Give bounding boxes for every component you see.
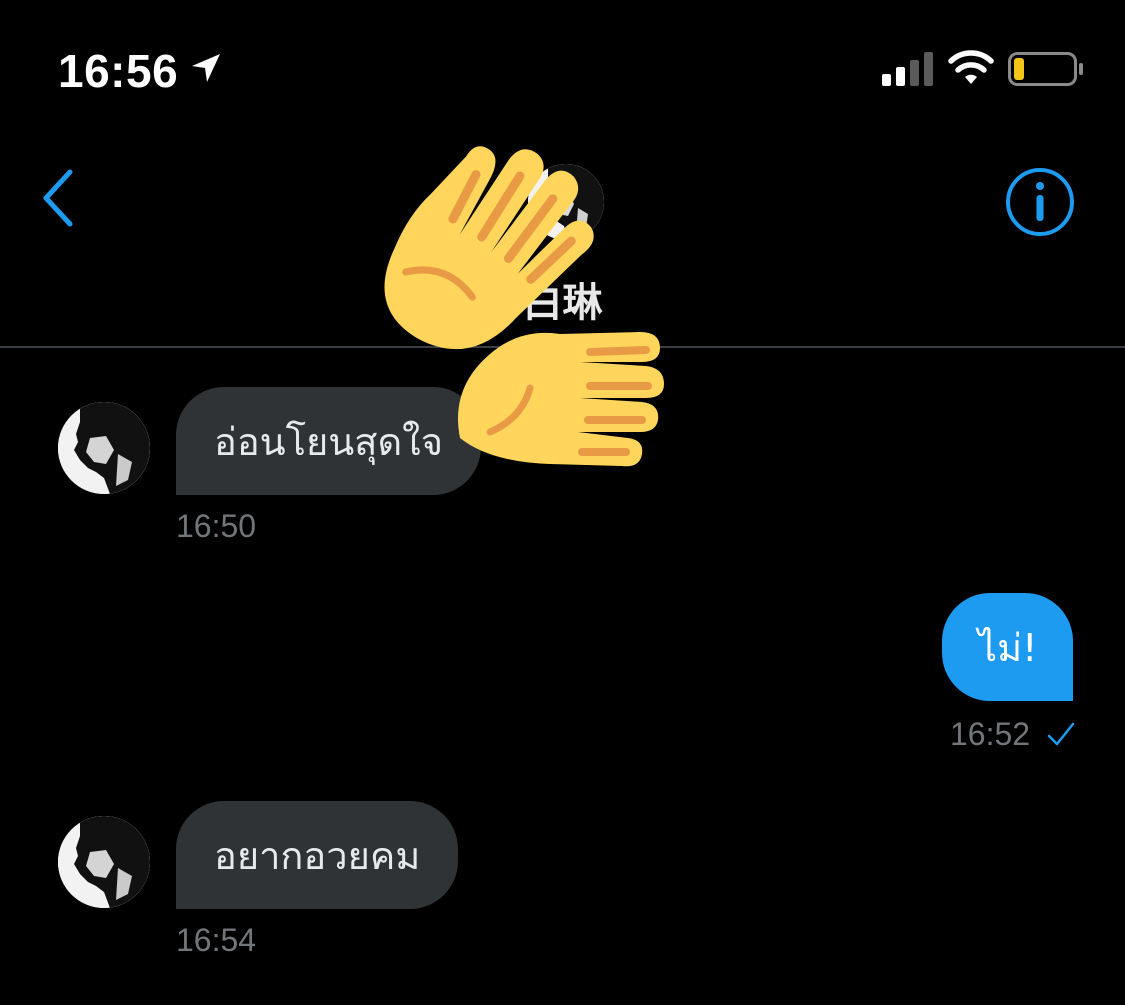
battery-low-icon: [1008, 52, 1083, 86]
message-timestamp: 16:50: [176, 508, 257, 544]
message-text: ไม่!: [978, 625, 1038, 670]
back-button[interactable]: [36, 166, 86, 230]
message-text: อยากอวยคม: [214, 833, 421, 878]
cellular-signal-icon: [882, 52, 933, 86]
message-timestamp: 16:52: [950, 716, 1031, 752]
location-arrow-icon: [192, 54, 220, 82]
message-timestamp: 16:54: [176, 922, 257, 958]
profile-photo-image: [58, 402, 150, 494]
sender-avatar[interactable]: [58, 402, 150, 494]
message-bubble-incoming[interactable]: อยากอวยคม: [176, 801, 459, 909]
raising-hands-emoji: [384, 146, 664, 467]
wifi-icon: [948, 50, 994, 84]
info-icon[interactable]: [1004, 166, 1076, 238]
status-time: 16:56: [58, 45, 179, 97]
sender-avatar[interactable]: [58, 816, 150, 908]
read-check-icon: [1047, 722, 1075, 746]
profile-photo-image: [58, 816, 150, 908]
dm-conversation-screen: 16:56 白琳 อ่อนโยนสุดใจ 16:50 ไม่! 16:52 อ…: [0, 0, 1125, 1005]
message-bubble-outgoing[interactable]: ไม่!: [942, 593, 1074, 701]
